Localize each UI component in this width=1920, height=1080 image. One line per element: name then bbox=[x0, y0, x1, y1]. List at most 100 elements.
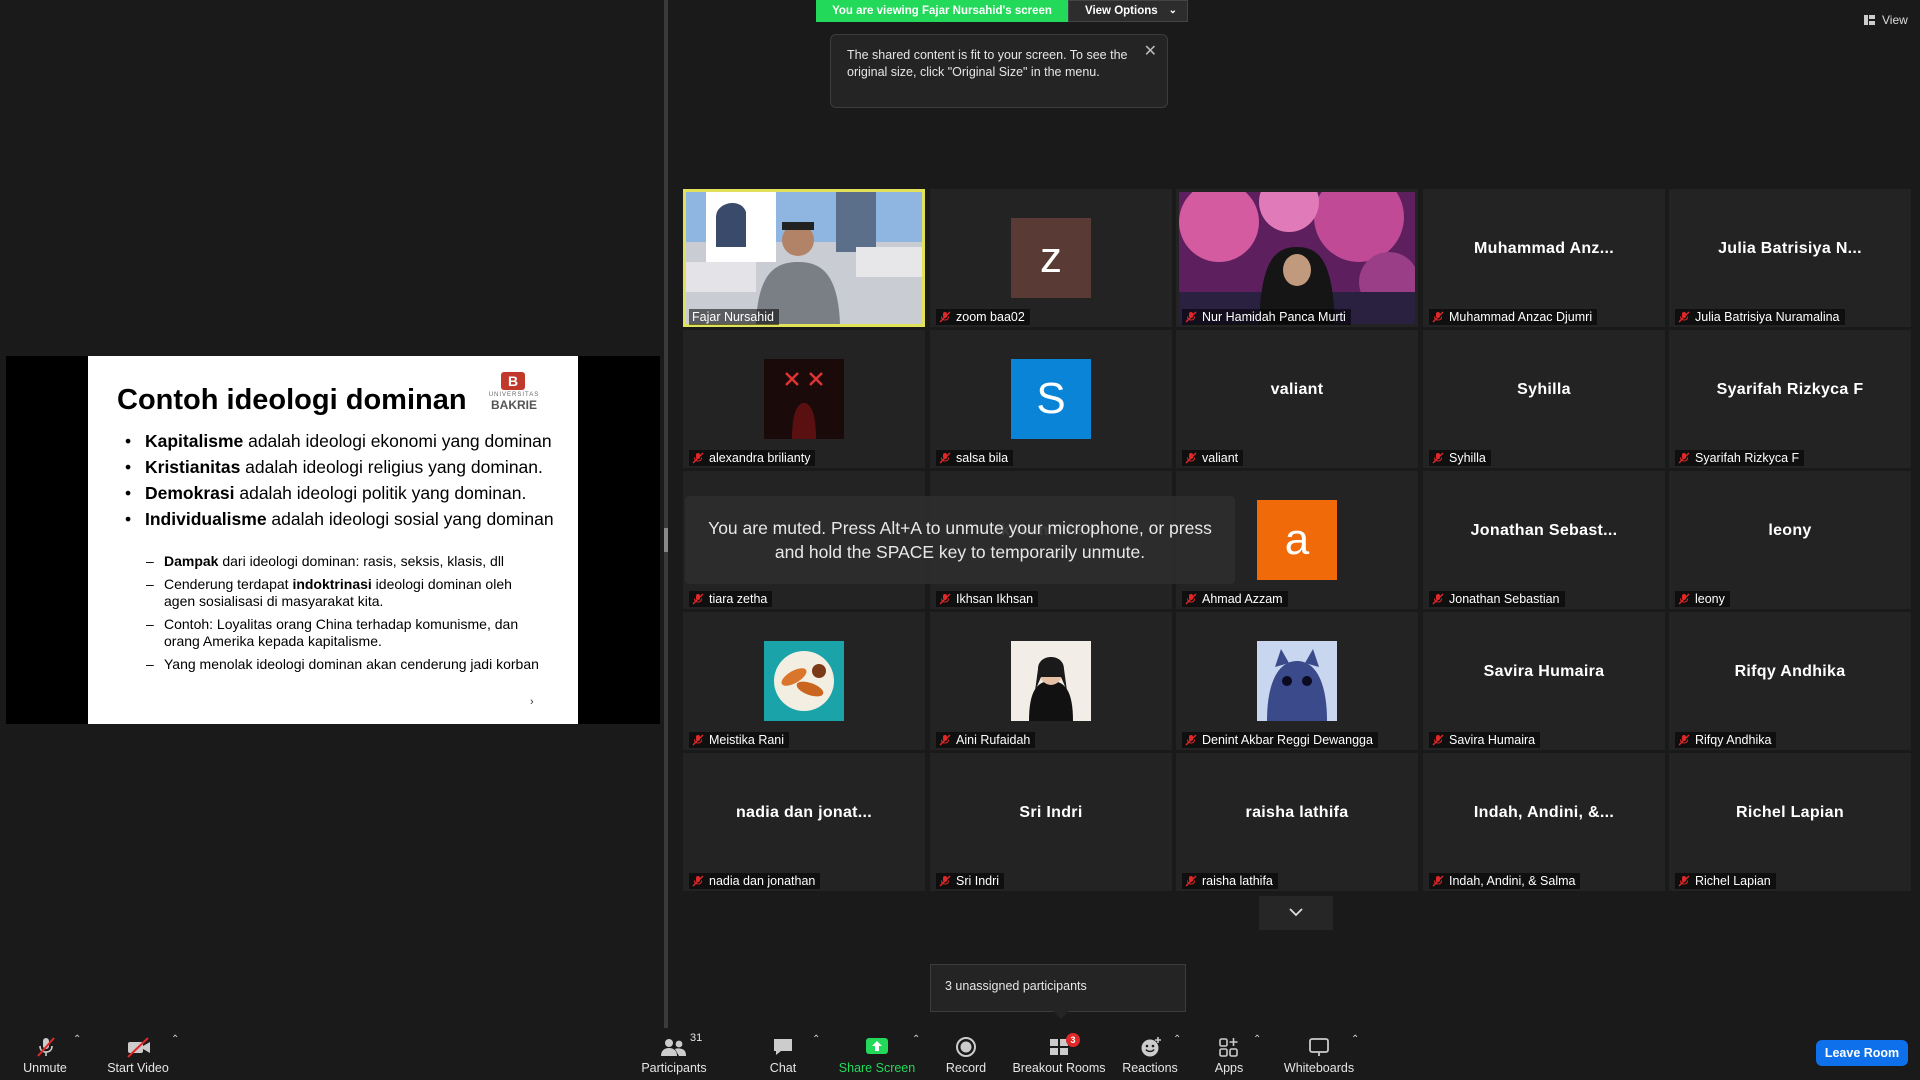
participant-name-label: raisha lathifa bbox=[1182, 873, 1278, 889]
participant-tile[interactable]: Denint Akbar Reggi Dewangga bbox=[1176, 612, 1418, 750]
participant-name: valiant bbox=[1202, 451, 1239, 465]
breakout-rooms-button[interactable]: 3 Breakout Rooms bbox=[1012, 1028, 1106, 1080]
slide-bullet: Kristianitas adalah ideologi religius ya… bbox=[124, 456, 564, 478]
participants-button[interactable]: 31 Participants bbox=[638, 1028, 710, 1080]
shared-slide: Contoh ideologi dominan B UNIVERSITAS BA… bbox=[88, 356, 578, 724]
view-options-label: View Options bbox=[1085, 5, 1158, 17]
video-camera-off-icon bbox=[127, 1037, 150, 1058]
record-icon bbox=[956, 1037, 976, 1057]
participant-name-label: Meistika Rani bbox=[689, 732, 790, 748]
participant-name: Muhammad Anzac Djumri bbox=[1449, 310, 1593, 324]
participant-name-label: Aini Rufaidah bbox=[936, 732, 1036, 748]
leave-room-button[interactable]: Leave Room bbox=[1816, 1040, 1908, 1066]
view-button[interactable]: View bbox=[1860, 10, 1910, 30]
participant-tile[interactable]: Nur Hamidah Panca Murti bbox=[1176, 189, 1418, 327]
participant-display-name: Syarifah Rizkyca F bbox=[1716, 381, 1864, 398]
slide-sub-bullet: Yang menolak ideologi dominan akan cende… bbox=[146, 656, 546, 673]
share-screen-icon bbox=[866, 1038, 888, 1054]
reactions-label: Reactions bbox=[1122, 1061, 1178, 1075]
microphone-muted-icon bbox=[939, 311, 951, 323]
chat-button[interactable]: Chat bbox=[758, 1028, 808, 1080]
participant-tile[interactable]: Indah, Andini, &... Indah, Andini, & Salm… bbox=[1423, 753, 1665, 891]
participant-video bbox=[686, 192, 922, 324]
participant-name: Sri Indri bbox=[956, 874, 1000, 888]
apps-button[interactable]: Apps bbox=[1204, 1028, 1254, 1080]
microphone-muted-icon bbox=[1185, 452, 1197, 464]
participant-tile[interactable]: raisha lathifa raisha lathifa bbox=[1176, 753, 1418, 891]
participant-tile[interactable]: leony leony bbox=[1669, 471, 1911, 609]
participant-name: alexandra brilianty bbox=[709, 451, 811, 465]
participant-video bbox=[1179, 192, 1415, 324]
participant-name: Syhilla bbox=[1449, 451, 1486, 465]
participant-picture bbox=[764, 359, 844, 439]
apps-caret-icon[interactable]: ⌃ bbox=[1253, 1034, 1261, 1045]
participant-name-label: Richel Lapian bbox=[1675, 873, 1776, 889]
participant-avatar: S bbox=[1011, 359, 1091, 439]
reactions-button[interactable]: Reactions bbox=[1120, 1028, 1180, 1080]
panel-divider[interactable] bbox=[664, 0, 668, 1028]
participant-name-label: Indah, Andini, & Salma bbox=[1429, 873, 1581, 889]
share-screen-button[interactable]: Share Screen bbox=[838, 1028, 916, 1080]
participant-tile[interactable]: Savira Humaira Savira Humaira bbox=[1423, 612, 1665, 750]
microphone-muted-icon bbox=[37, 1037, 55, 1057]
participant-name-label: Savira Humaira bbox=[1429, 732, 1541, 748]
participant-tile[interactable]: Syhilla Syhilla bbox=[1423, 330, 1665, 468]
share-screen-label: Share Screen bbox=[838, 1061, 916, 1075]
participant-avatar: z bbox=[1011, 218, 1091, 298]
participant-name: Ahmad Azzam bbox=[1202, 592, 1283, 606]
participants-label: Participants bbox=[641, 1061, 707, 1075]
unmute-button[interactable]: Unmute bbox=[14, 1028, 76, 1080]
participant-name: raisha lathifa bbox=[1202, 874, 1273, 888]
start-video-label: Start Video bbox=[107, 1061, 169, 1075]
participant-tile[interactable]: alexandra brilianty bbox=[683, 330, 925, 468]
meeting-toolbar: Unmute ⌃ Start Video ⌃ 31 Participants C… bbox=[0, 1028, 1920, 1080]
participant-tile[interactable]: Muhammad Anz... Muhammad Anzac Djumri bbox=[1423, 189, 1665, 327]
participant-tile[interactable]: Fajar Nursahid bbox=[683, 189, 925, 327]
participant-display-name: Rifqy Andhika bbox=[1734, 663, 1846, 680]
slide-bullet: Individualisme adalah ideologi sosial ya… bbox=[124, 508, 564, 530]
reaction-smiley-icon bbox=[1141, 1037, 1161, 1057]
participant-display-name: Savira Humaira bbox=[1483, 663, 1605, 680]
participant-tile[interactable]: Rifqy Andhika Rifqy Andhika bbox=[1669, 612, 1911, 750]
participant-name-label: nadia dan jonathan bbox=[689, 873, 821, 889]
chat-options-caret-icon[interactable]: ⌃ bbox=[812, 1034, 820, 1045]
participant-display-name: nadia dan jonat... bbox=[735, 804, 873, 821]
participant-tile[interactable]: Meistika Rani bbox=[683, 612, 925, 750]
participant-tile[interactable]: Syarifah Rizkyca F Syarifah Rizkyca F bbox=[1669, 330, 1911, 468]
microphone-muted-icon bbox=[1432, 452, 1444, 464]
microphone-muted-icon bbox=[1432, 734, 1444, 746]
participant-tile[interactable]: Aini Rufaidah bbox=[930, 612, 1172, 750]
whiteboards-button[interactable]: Whiteboards bbox=[1280, 1028, 1358, 1080]
whiteboards-caret-icon[interactable]: ⌃ bbox=[1351, 1034, 1359, 1045]
unassigned-participants-popup[interactable]: 3 unassigned participants bbox=[930, 964, 1186, 1019]
microphone-muted-icon bbox=[939, 593, 951, 605]
participant-display-name: Richel Lapian bbox=[1736, 804, 1844, 821]
participant-tile[interactable]: valiant valiant bbox=[1176, 330, 1418, 468]
start-video-button[interactable]: Start Video bbox=[102, 1028, 174, 1080]
whiteboards-label: Whiteboards bbox=[1283, 1061, 1355, 1075]
audio-options-caret-icon[interactable]: ⌃ bbox=[73, 1034, 81, 1045]
view-options-dropdown[interactable]: View Options ⌄ bbox=[1068, 0, 1188, 22]
muted-notice-text: You are muted. Press Alt+A to unmute you… bbox=[708, 518, 1212, 562]
gallery-next-page-button[interactable] bbox=[1259, 896, 1333, 930]
video-options-caret-icon[interactable]: ⌃ bbox=[171, 1034, 179, 1045]
slide-sub-bullet: Contoh: Loyalitas orang China terhadap k… bbox=[146, 616, 546, 650]
participant-tile[interactable]: Ssalsa bila bbox=[930, 330, 1172, 468]
reactions-caret-icon[interactable]: ⌃ bbox=[1173, 1034, 1181, 1045]
participant-name: Aini Rufaidah bbox=[956, 733, 1031, 747]
close-icon[interactable]: ✕ bbox=[1144, 41, 1157, 61]
participant-tile[interactable]: Richel Lapian Richel Lapian bbox=[1669, 753, 1911, 891]
participant-tile[interactable]: Julia Batrisiya N... Julia Batrisiya Nura… bbox=[1669, 189, 1911, 327]
participant-name-label: Julia Batrisiya Nuramalina bbox=[1675, 309, 1845, 325]
slide-bullet: Kapitalisme adalah ideologi ekonomi yang… bbox=[124, 430, 564, 452]
divider-drag-handle[interactable] bbox=[664, 528, 668, 552]
participant-name: salsa bila bbox=[956, 451, 1009, 465]
participant-tile[interactable]: Jonathan Sebast... Jonathan Sebastian bbox=[1423, 471, 1665, 609]
record-button[interactable]: Record bbox=[940, 1028, 992, 1080]
participant-tile[interactable]: nadia dan jonat... nadia dan jonathan bbox=[683, 753, 925, 891]
participant-display-name: Muhammad Anz... bbox=[1474, 240, 1614, 257]
participant-name-label: Syarifah Rizkyca F bbox=[1675, 450, 1805, 466]
participant-tile[interactable]: z zoom baa02 bbox=[930, 189, 1172, 327]
share-options-caret-icon[interactable]: ⌃ bbox=[912, 1034, 920, 1045]
participant-tile[interactable]: Sri Indri Sri Indri bbox=[930, 753, 1172, 891]
